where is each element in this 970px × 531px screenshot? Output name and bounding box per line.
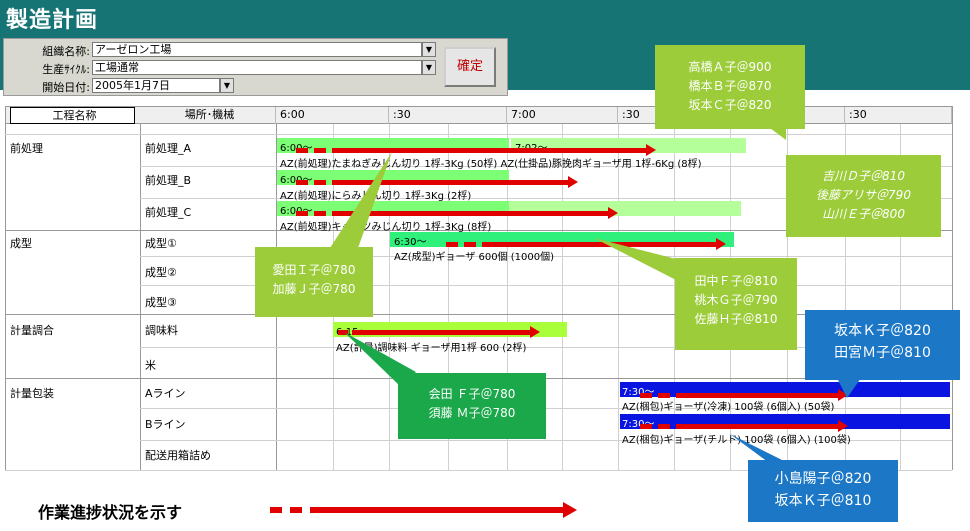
- legend-dash: [270, 507, 282, 513]
- callout-staff-seasoning: 会田 Ｆ子＠780 須藤 Ｍ子＠780: [398, 373, 546, 439]
- callout-line: 坂本Ｃ子＠820: [688, 98, 772, 112]
- location-line-a: Aライン: [145, 387, 186, 400]
- confirm-button[interactable]: 確定: [444, 47, 496, 87]
- callout-line: 坂本Ｋ子＠810: [774, 493, 872, 509]
- callout-pointer: [730, 434, 786, 462]
- callout-staff-pre-a: 高橋Ａ子＠900 橋本Ｂ子＠870 坂本Ｃ子＠820: [655, 45, 805, 129]
- location-ship: 配送用箱詰め: [145, 449, 211, 462]
- bar-label: AZ(成型)ギョーザ 600個 (1000個): [394, 252, 554, 263]
- location-form1: 成型①: [145, 237, 177, 250]
- location-pre-c: 前処理_C: [145, 206, 192, 219]
- callout-line: 桃木Ｇ子＠790: [694, 293, 778, 307]
- callout-staff-pre-c: 吉川Ｄ子＠810 後藤アリサ＠790 山川Ｅ子＠800: [786, 155, 941, 237]
- legend-text: 作業進捗状況を示す: [38, 503, 183, 522]
- callout-line: 田中Ｆ子＠810: [694, 274, 778, 288]
- callout-line: 愛田Ｉ子＠780: [272, 263, 356, 277]
- location-pre-b: 前処理_B: [145, 174, 192, 187]
- progress-arrow-line: [676, 393, 840, 398]
- callout-pointer: [330, 152, 392, 248]
- progress-dash: [640, 424, 652, 429]
- location-rice: 米: [145, 359, 156, 372]
- process-form: 成型: [10, 237, 32, 250]
- location-seasoning: 調味料: [145, 324, 178, 337]
- progress-dash: [640, 393, 652, 398]
- time-header-1: 6:00: [276, 107, 389, 124]
- callout-line: 高橋Ａ子＠900: [688, 60, 772, 74]
- callout-line: 吉川Ｄ子＠810: [822, 169, 905, 183]
- process-pack: 計量包装: [10, 387, 54, 400]
- progress-arrow-head-icon: [716, 238, 726, 250]
- callout-line: 加藤Ｊ子＠780: [272, 282, 356, 296]
- callout-line: 山川Ｅ子＠800: [822, 207, 905, 221]
- legend-arrow-head-icon: [563, 502, 577, 518]
- bar-label: AZ(梱包)ギョーザ(冷凍) 100袋 (6個入) (50袋): [622, 402, 835, 413]
- location-form2: 成型②: [145, 266, 177, 279]
- progress-dash: [464, 242, 476, 247]
- grid-vline: [140, 124, 141, 470]
- callout-line: 須藤 Ｍ子＠780: [428, 406, 516, 420]
- location-pre-a: 前処理_A: [145, 142, 192, 155]
- page-title: 製造計画: [6, 8, 99, 33]
- callout-staff-form1: 田中Ｆ子＠810 桃木Ｇ子＠790 佐藤Ｈ子＠810: [675, 258, 797, 350]
- time-header-6: :30: [845, 107, 952, 124]
- process-mix: 計量調合: [10, 324, 54, 337]
- callout-pointer: [770, 128, 786, 140]
- callout-line: 後藤アリサ＠790: [816, 188, 911, 202]
- time-header-2: :30: [389, 107, 507, 124]
- callout-line: 佐藤Ｈ子＠810: [694, 312, 778, 326]
- location-line-b: Bライン: [145, 418, 186, 431]
- grid-vline: [952, 106, 953, 470]
- date-label: 開始日付:: [42, 81, 90, 94]
- progress-dash: [658, 424, 670, 429]
- org-select[interactable]: アーゼロン工場: [92, 42, 422, 57]
- process-pre: 前処理: [10, 142, 43, 155]
- col-location-header: 場所･機械: [140, 107, 276, 124]
- progress-arrow-line: [676, 424, 840, 429]
- callout-line: 小島陽子＠820: [774, 471, 872, 487]
- org-dropdown-icon[interactable]: ▼: [422, 42, 436, 57]
- grid-vline: [618, 124, 619, 470]
- progress-arrow-head-icon: [838, 420, 848, 432]
- callout-staff-line-a: 坂本Ｋ子＠820 田宮Ｍ子＠810: [805, 310, 960, 380]
- progress-arrow-head-icon: [608, 207, 618, 219]
- progress-arrow-head-icon: [646, 144, 656, 156]
- callout-staff-form: 愛田Ｉ子＠780 加藤Ｊ子＠780: [255, 247, 373, 317]
- location-form3: 成型③: [145, 296, 177, 309]
- callout-line: 橋本Ｂ子＠870: [688, 79, 772, 93]
- col-process-header[interactable]: 工程名称: [10, 107, 135, 124]
- time-header-3: 7:00: [507, 107, 618, 124]
- progress-dash: [446, 242, 458, 247]
- callout-line: 田宮Ｍ子＠810: [834, 345, 931, 361]
- grid-hline: [5, 134, 952, 135]
- legend-arrow-line: [310, 507, 565, 513]
- date-dropdown-icon[interactable]: ▼: [220, 78, 234, 93]
- progress-arrow-head-icon: [568, 176, 578, 188]
- callout-pointer: [837, 378, 861, 398]
- callout-staff-line-b: 小島陽子＠820 坂本Ｋ子＠810: [748, 460, 898, 522]
- cycle-dropdown-icon[interactable]: ▼: [422, 60, 436, 75]
- callout-pointer: [594, 238, 680, 282]
- date-picker[interactable]: 2005年1月7日: [92, 78, 220, 93]
- legend-dash: [290, 507, 302, 513]
- org-label: 組織名称:: [42, 45, 90, 58]
- cycle-label: 生産ｻｲｸﾙ:: [42, 63, 90, 76]
- callout-line: 会田 Ｆ子＠780: [428, 387, 516, 401]
- callout-pointer: [344, 332, 416, 386]
- callout-line: 坂本Ｋ子＠820: [834, 323, 931, 339]
- grid-vline: [562, 124, 563, 470]
- cycle-select[interactable]: 工場通常: [92, 60, 422, 75]
- progress-arrow-head-icon: [530, 326, 540, 338]
- progress-dash: [658, 393, 670, 398]
